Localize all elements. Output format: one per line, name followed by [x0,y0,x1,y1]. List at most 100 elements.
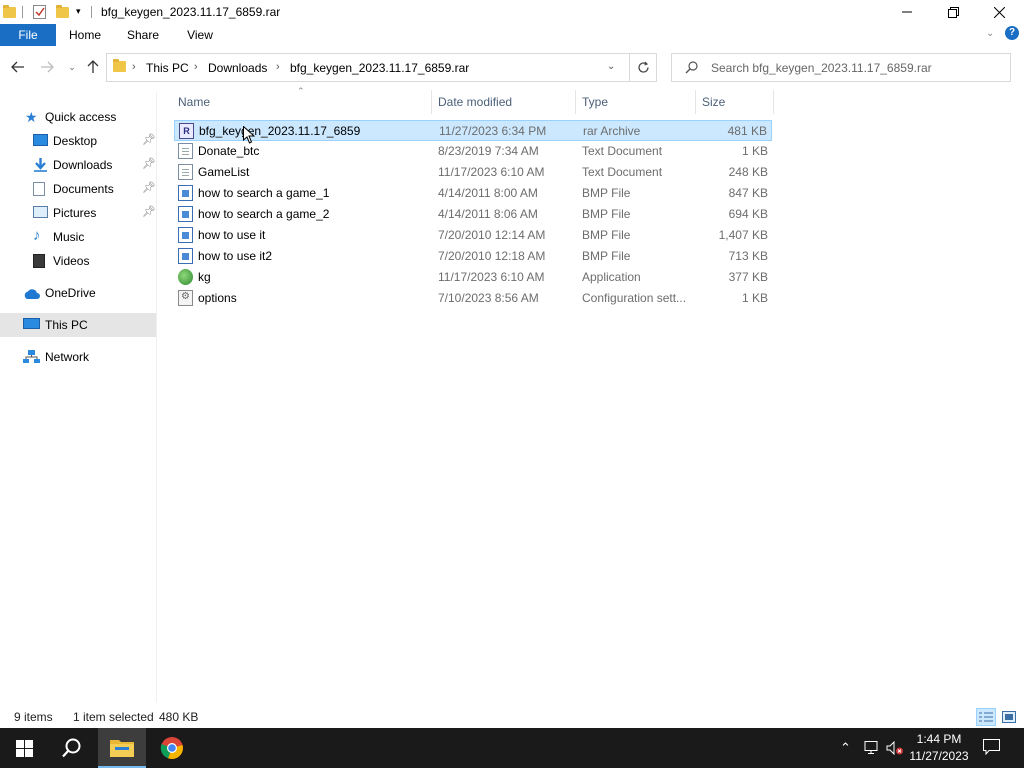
start-button[interactable] [0,728,48,768]
file-row[interactable]: how to use it2 7/20/2010 12:18 AM BMP File… [174,246,772,267]
volume-muted-icon[interactable] [886,740,904,758]
nav-item-this-pc[interactable]: This PC [0,313,156,337]
file-name: how to use it [198,228,266,242]
nav-label: Documents [53,182,114,196]
nav-label: Desktop [53,134,98,148]
breadcrumb-downloads[interactable]: Downloads [208,61,267,75]
nav-item-onedrive[interactable]: OneDrive [0,281,156,305]
chrome-taskbar-button[interactable] [148,728,196,768]
column-header-type[interactable]: Type [576,90,696,114]
file-size: 1 KB [741,144,768,158]
file-type: BMP File [582,186,631,200]
file-date-modified: 8/23/2019 7:34 AM [438,144,539,158]
properties-icon[interactable] [33,4,47,20]
notifications-icon[interactable] [983,739,1000,758]
large-icons-view-button[interactable] [999,708,1019,726]
breadcrumb-this-pc[interactable]: This PC [146,61,189,75]
file-size: 248 KB [728,165,768,179]
column-header-size[interactable]: Size [696,90,774,114]
nav-quick-access[interactable]: ★ Quick access [0,105,156,129]
expand-ribbon-icon[interactable]: ⌄ [986,28,994,39]
nav-item-documents[interactable]: Documents 📌︎ [0,177,156,201]
up-button[interactable] [84,58,102,76]
file-date-modified: 7/20/2010 12:14 AM [438,228,546,242]
show-hidden-icons-chevron-icon[interactable]: ⌃ [840,740,851,756]
search-placeholder: Search bfg_keygen_2023.11.17_6859.rar [711,61,932,75]
file-name: bfg_keygen_2023.11.17_6859 [199,124,361,138]
column-headers: Name Date modified Type Size [158,90,778,114]
file-row[interactable]: options 7/10/2023 8:56 AM Configuration se… [174,288,772,309]
file-name: GameList [198,165,250,179]
file-size: 694 KB [728,207,768,221]
search-input[interactable]: Search bfg_keygen_2023.11.17_6859.rar [671,53,1011,82]
pane-divider[interactable] [156,92,157,702]
nav-item-pictures[interactable]: Pictures 📌︎ [0,201,156,225]
nav-item-downloads[interactable]: Downloads 📌︎ [0,153,156,177]
tab-file[interactable]: File [0,24,56,46]
restore-button[interactable] [930,0,976,24]
folder-icon [113,59,126,75]
breadcrumb-separator-icon[interactable]: › [276,61,280,73]
clock-date[interactable]: 11/27/2023 [904,749,974,763]
file-row[interactable]: how to search a game_2 4/14/2011 8:06 AM B… [174,204,772,225]
file-row[interactable]: kg 11/17/2023 6:10 AM Application 377 KB [174,267,772,288]
customize-toolbar-icon[interactable]: ▾ [76,6,81,22]
computer-icon [23,318,40,329]
pin-icon[interactable]: 📌︎ [142,133,156,146]
close-button[interactable] [976,0,1022,24]
text-document-icon [178,164,193,180]
bmp-file-icon [178,248,193,264]
column-header-date-modified[interactable]: Date modified [432,90,576,114]
file-date-modified: 11/27/2023 6:34 PM [439,124,547,138]
configuration-icon [178,290,193,306]
recent-locations-chevron-icon[interactable]: ⌄ [63,58,81,76]
address-dropdown-icon[interactable]: ⌄ [607,61,615,72]
onedrive-icon [23,288,40,302]
file-type: BMP File [582,228,631,242]
file-type: BMP File [582,207,631,221]
minimize-button[interactable] [884,0,930,24]
column-header-name[interactable]: Name [172,90,432,114]
tab-home[interactable]: Home [56,24,114,46]
file-size: 377 KB [728,270,768,284]
file-size: 1,407 KB [718,228,768,242]
back-button[interactable] [9,58,27,76]
tab-view[interactable]: View [172,24,228,46]
search-taskbar-button[interactable] [48,728,96,768]
file-explorer-taskbar-button[interactable] [98,728,146,768]
help-icon[interactable]: ? [1005,26,1019,40]
bmp-file-icon [178,206,193,222]
refresh-button[interactable] [629,53,657,82]
network-tray-icon[interactable] [863,741,879,758]
file-row[interactable]: how to search a game_1 4/14/2011 8:00 AM B… [174,183,772,204]
pin-icon[interactable]: 📌︎ [142,205,156,218]
file-row[interactable]: how to use it 7/20/2010 12:14 AM BMP File 1… [174,225,772,246]
file-size: 481 KB [727,124,767,138]
file-name: how to search a game_1 [198,186,330,200]
nav-item-desktop[interactable]: Desktop 📌︎ [0,129,156,153]
text-document-icon [178,143,193,159]
nav-label: OneDrive [45,286,96,300]
clock-time[interactable]: 1:44 PM [904,732,974,746]
nav-item-videos[interactable]: Videos [0,249,156,273]
address-bar[interactable]: › This PC › Downloads › bfg_keygen_2023.… [106,53,630,82]
breadcrumb-separator-icon[interactable]: › [132,61,136,73]
divider [22,6,23,18]
breadcrumb-separator-icon[interactable]: › [194,61,198,73]
nav-item-network[interactable]: Network [0,345,156,369]
details-view-button[interactable] [976,708,996,726]
breadcrumb-archive[interactable]: bfg_keygen_2023.11.17_6859.rar [290,61,469,75]
file-date-modified: 11/17/2023 6:10 AM [438,165,545,179]
network-icon [23,350,40,364]
file-row[interactable]: Rbfg_keygen_2023.11.17_6859 11/27/2023 6:… [174,120,772,141]
star-icon: ★ [25,109,38,125]
search-icon [685,61,698,77]
file-row[interactable]: GameList 11/17/2023 6:10 AM Text Document 2… [174,162,772,183]
nav-item-music[interactable]: ♪ Music [0,225,156,249]
pin-icon[interactable]: 📌︎ [142,157,156,170]
tab-share[interactable]: Share [114,24,172,46]
file-row[interactable]: Donate_btc 8/23/2019 7:34 AM Text Document… [174,141,772,162]
file-list: ⌃ Name Date modified Type Size Rbfg_keyg… [158,86,1024,702]
pin-icon[interactable]: 📌︎ [142,181,156,194]
forward-button[interactable] [38,58,56,76]
